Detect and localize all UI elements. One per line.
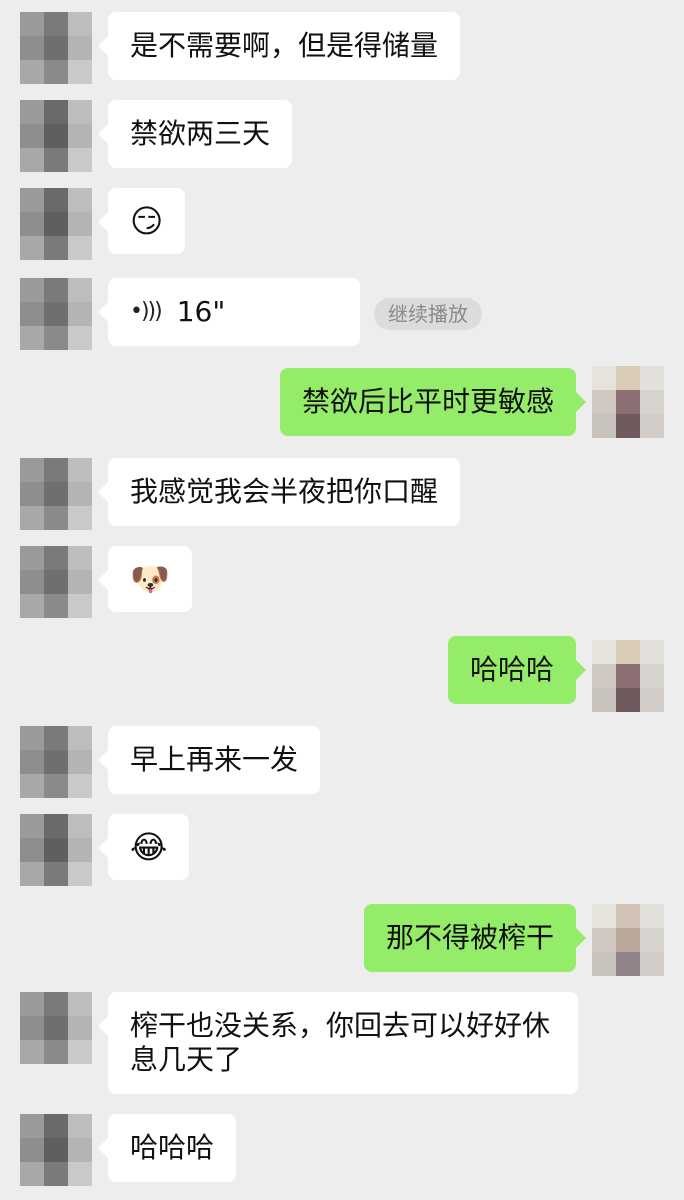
avatar[interactable] bbox=[592, 366, 664, 438]
message-text: 是不需要啊，但是得储量 bbox=[130, 29, 439, 62]
avatar[interactable] bbox=[20, 546, 92, 618]
message-bubble[interactable]: 哈哈哈 bbox=[97, 1114, 237, 1182]
message-bubble[interactable]: 是不需要啊，但是得储量 bbox=[97, 12, 461, 80]
laughing-tears-emoji-icon: 😂 bbox=[130, 828, 168, 866]
avatar[interactable] bbox=[20, 100, 92, 172]
avatar[interactable] bbox=[20, 992, 92, 1064]
avatar[interactable] bbox=[20, 1114, 92, 1186]
message-bubble[interactable]: 禁欲两三天 bbox=[97, 100, 293, 168]
message-bubble[interactable]: 哈哈哈 bbox=[447, 636, 587, 704]
message-bubble[interactable]: 禁欲后比平时更敏感 bbox=[279, 368, 587, 436]
message-text: 哈哈哈 bbox=[469, 653, 554, 686]
avatar[interactable] bbox=[20, 726, 92, 798]
message-text: 禁欲后比平时更敏感 bbox=[301, 385, 554, 418]
avatar[interactable] bbox=[20, 12, 92, 84]
message-bubble[interactable]: 我感觉我会半夜把你口醒 bbox=[97, 458, 461, 526]
message-text: 榨干也没关系，你回去可以好好休息几天了 bbox=[130, 1009, 551, 1076]
avatar[interactable] bbox=[20, 188, 92, 260]
emoji-bubble[interactable]: 😏 bbox=[97, 188, 186, 254]
avatar[interactable] bbox=[20, 278, 92, 350]
message-text: 我感觉我会半夜把你口醒 bbox=[130, 475, 439, 508]
message-bubble[interactable]: 早上再来一发 bbox=[97, 726, 321, 794]
emoji-bubble[interactable]: 😂 bbox=[97, 814, 190, 880]
voice-duration: 16" bbox=[176, 295, 226, 328]
avatar[interactable] bbox=[20, 814, 92, 886]
message-text: 哈哈哈 bbox=[130, 1131, 215, 1164]
message-text: 那不得被榨干 bbox=[385, 921, 554, 954]
message-bubble[interactable]: 榨干也没关系，你回去可以好好休息几天了 bbox=[98, 992, 578, 1094]
avatar[interactable] bbox=[20, 458, 92, 530]
avatar[interactable] bbox=[592, 904, 664, 976]
voice-wave-icon: •))) bbox=[130, 299, 163, 324]
avatar[interactable] bbox=[592, 640, 664, 712]
message-text: 禁欲两三天 bbox=[130, 117, 271, 150]
smirk-emoji-icon: 😏 bbox=[130, 202, 164, 240]
emoji-bubble[interactable]: 🐶 bbox=[98, 546, 192, 612]
message-text: 早上再来一发 bbox=[130, 743, 299, 776]
dog-emoji-icon: 🐶 bbox=[130, 560, 170, 598]
voice-message-bubble[interactable]: •))) 16" bbox=[98, 278, 360, 346]
message-bubble[interactable]: 那不得被榨干 bbox=[363, 904, 587, 972]
continue-playback-button[interactable]: 继续播放 bbox=[374, 298, 482, 330]
